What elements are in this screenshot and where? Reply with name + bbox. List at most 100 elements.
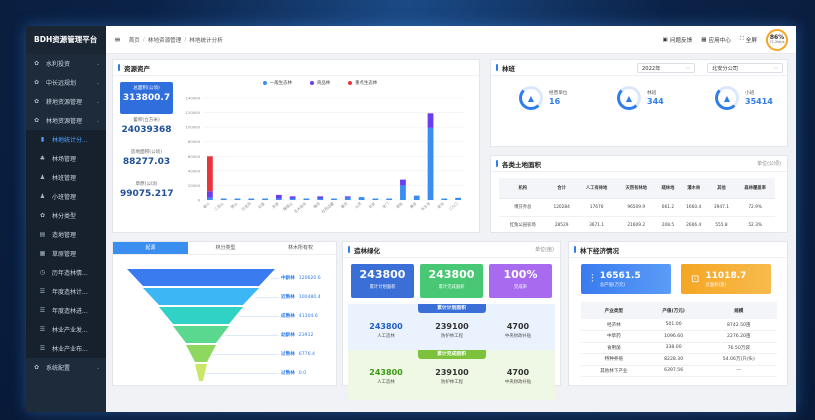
funnel-label: 中龄林 120620.6 [281, 275, 321, 281]
company-select[interactable]: 北安分公司 ⌵ [707, 63, 783, 73]
bar-segment[interactable] [400, 185, 406, 200]
bar-segment[interactable] [331, 198, 337, 200]
bar-segment[interactable] [344, 197, 351, 200]
funnel-tab[interactable]: 起源 [113, 242, 188, 255]
company-select-value: 北安分公司 [712, 65, 738, 72]
legend-swatch [348, 80, 353, 85]
y-tick-label: 40000 [188, 168, 201, 173]
bar-segment[interactable] [317, 196, 324, 199]
sidebar-item[interactable]: ☰ 林业产业发... [26, 320, 106, 339]
menu-toggle-icon[interactable]: ≡ [114, 35, 121, 44]
sidebar-item[interactable]: ♟ 林班管理 [26, 168, 106, 187]
table-cell: 食用菌 [581, 342, 647, 354]
sidebar-item[interactable]: ✿ 中长远规划 ⌄ [26, 73, 106, 92]
bar-segment[interactable] [386, 198, 393, 200]
x-tick-label: 襄河 [340, 201, 349, 210]
bar-segment[interactable] [275, 198, 282, 200]
feedback-button[interactable]: ▣ 问题反馈 [663, 36, 693, 44]
funnel-segment[interactable] [159, 307, 243, 324]
afforest-stat-value: 100% [503, 268, 538, 281]
asset-list: 总面积(公顷) 313800.7 蓄积(立方米) 24039368 造地面积(公顷) 88… [120, 82, 174, 210]
x-tick-label: 格球山 [282, 201, 294, 212]
table-cell: 经济林 [581, 319, 647, 331]
total-area-label: 总面积(亩) [705, 282, 727, 288]
chevron-down-icon: ⌄ [95, 98, 100, 105]
forest-stat-value: 344 [647, 97, 664, 106]
sidebar-item[interactable]: ✿ 系统配置 ⌄ [26, 358, 106, 377]
breadcrumb-home[interactable]: 首页 [129, 36, 140, 44]
bar-segment[interactable] [441, 198, 448, 200]
sidebar-item[interactable]: ☰ 年度造林进... [26, 301, 106, 320]
funnel-label-name: 过熟林 [281, 370, 295, 376]
table-header: 灌木林 [679, 178, 708, 199]
bar-segment[interactable] [275, 194, 282, 199]
bar-segment[interactable] [427, 127, 434, 200]
x-tick-label: 红色边疆 [320, 201, 335, 214]
funnel-tab[interactable]: 林分类型 [188, 242, 263, 255]
bar-segment[interactable] [372, 198, 379, 200]
bar-segment[interactable] [303, 198, 310, 200]
sidebar-item[interactable]: ✿ 林分类型 [26, 206, 106, 225]
bar-segment[interactable] [289, 196, 296, 199]
sidebar-item[interactable]: ☰ 林业产业布... [26, 339, 106, 358]
forest-stat: ▲ 小班 35414 [715, 86, 773, 110]
funnel-segment[interactable] [186, 345, 216, 362]
table-cell: 8742.50亩 [700, 319, 777, 331]
bar-segment[interactable] [413, 195, 420, 200]
funnel-segment[interactable] [195, 364, 207, 381]
table-cell: 338.00 [646, 342, 701, 354]
asset-item[interactable]: 草原(公顷) 99075.217 [120, 178, 174, 210]
bar-segment[interactable] [206, 197, 213, 200]
sidebar-item[interactable]: ◷ 历年造林情... [26, 263, 106, 282]
year-select[interactable]: 2022年 ⌵ [637, 63, 695, 73]
funnel-segment[interactable] [127, 269, 275, 286]
sidebar-item-label: 年度造林进... [52, 308, 88, 315]
plan-cell-label: 防护林工程 [441, 380, 463, 385]
sidebar-item[interactable]: ✿ 林地资源管理 ⌄ [26, 111, 106, 130]
bar-segment[interactable] [248, 198, 255, 200]
table-cell: 28529 [546, 216, 577, 235]
sidebar-item[interactable]: ✿ 水利投资 ⌄ [26, 54, 106, 73]
fullscreen-button[interactable]: ⛶ 全屏 [740, 36, 757, 44]
legend-item[interactable]: 商品林 [309, 80, 330, 86]
bar-segment[interactable] [455, 197, 462, 200]
asset-item[interactable]: 总面积(公顷) 313800.7 [120, 82, 173, 114]
breadcrumb-forest[interactable]: 林地资源管理 [148, 36, 182, 44]
funnel-label-value: 6776.4 [298, 351, 315, 357]
bar-segment[interactable] [289, 198, 296, 200]
bar-segment[interactable] [427, 113, 434, 128]
asset-item[interactable]: 蓄积(立方米) 24039368 [120, 114, 173, 146]
gauge-sub: 71.2kb/s [769, 39, 785, 44]
sidebar-item[interactable]: ♣ 林场管理 [26, 149, 106, 168]
sidebar-item-label: 林地资源管理 [46, 118, 83, 125]
afforest-unit: 单位(亩) [535, 247, 554, 253]
plan-cell: 4700 中央财政补贴 [488, 368, 548, 385]
bar-segment[interactable] [206, 156, 213, 192]
funnel-segment[interactable] [143, 288, 259, 305]
bar-segment[interactable] [220, 198, 227, 200]
bar-segment[interactable] [234, 198, 241, 200]
sidebar-item[interactable]: ✿ 耕地资源管理 ⌄ [26, 92, 106, 111]
x-tick-label: 锦河 [312, 201, 321, 210]
sidebar-item[interactable]: ♟ 小班管理 [26, 187, 106, 206]
asset-item[interactable]: 造地面积(公顷) 88277.03 [120, 146, 173, 178]
sidebar-item[interactable]: ▮ 林地统计分... [26, 130, 106, 149]
bar-segment[interactable] [262, 198, 268, 200]
economy-header-row: 产业类型 产值(万元) 规模 [581, 302, 777, 319]
app-center-button[interactable]: ▦ 应用中心 [701, 36, 731, 44]
bar-segment[interactable] [400, 179, 406, 186]
funnel-label: 近熟林 100480.4 [281, 294, 321, 300]
funnel-tab[interactable]: 林木所有权 [263, 242, 338, 255]
sidebar-item[interactable]: ▤ 造地管理 [26, 225, 106, 244]
bar-segment[interactable] [358, 197, 365, 200]
funnel-segment[interactable] [173, 326, 229, 343]
bar-segment[interactable] [317, 198, 324, 200]
legend-item[interactable]: 一般生态林 [263, 80, 292, 86]
legend-item[interactable]: 重点生态林 [348, 80, 377, 86]
funnel-label-name: 过熟林 [281, 351, 295, 357]
bar-segment[interactable] [206, 191, 213, 198]
bar-segment[interactable] [344, 196, 351, 198]
sidebar-item[interactable]: ▦ 草原管理 [26, 244, 106, 263]
sidebar-item-label: 耕地资源管理 [46, 99, 83, 106]
sidebar-item[interactable]: ☰ 年度造林计... [26, 282, 106, 301]
